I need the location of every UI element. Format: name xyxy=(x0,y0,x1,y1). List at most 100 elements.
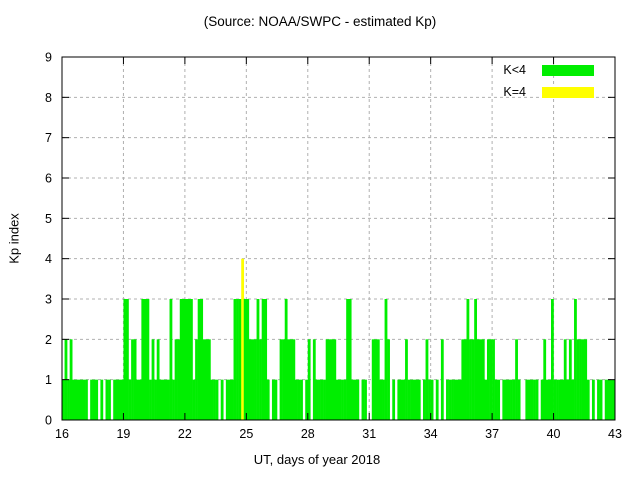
kp-bar-green xyxy=(563,339,567,420)
kp-bar-green xyxy=(492,339,495,420)
kp-bar-green xyxy=(248,339,252,420)
kp-bar-green xyxy=(256,299,260,420)
y-tick-label: 9 xyxy=(45,51,52,65)
kp-bar-green xyxy=(177,339,181,420)
kp-bar-green xyxy=(184,299,188,420)
kp-bar-green xyxy=(502,379,506,420)
kp-bar-green xyxy=(105,379,109,420)
kp-bar-green xyxy=(479,339,483,420)
kp-bar-green xyxy=(364,379,367,420)
kp-bar-green xyxy=(69,339,73,420)
kp-bar-green xyxy=(591,379,595,420)
kp-bar-green xyxy=(77,379,81,420)
kp-bar-green xyxy=(346,299,349,420)
kp-bar-green xyxy=(243,299,247,420)
kp-bar-green xyxy=(597,379,600,420)
kp-bar-green xyxy=(543,339,547,420)
kp-bar-green xyxy=(318,379,321,420)
kp-bar-green xyxy=(515,339,518,420)
kp-bar-green xyxy=(540,379,544,420)
kp-bar-green xyxy=(174,339,178,420)
kp-bar-green xyxy=(202,339,206,420)
kp-bar-green xyxy=(307,339,311,420)
kp-bar-green xyxy=(67,379,70,420)
x-tick-label: 22 xyxy=(178,427,192,441)
kp-bar-green xyxy=(551,299,554,420)
kp-bar-green xyxy=(576,339,580,420)
kp-bar-green xyxy=(330,339,334,420)
x-tick-label: 16 xyxy=(55,427,69,441)
kp-bar-green xyxy=(484,379,488,420)
kp-bar-green xyxy=(123,299,127,420)
legend-label-klt4: K<4 xyxy=(503,63,526,77)
kp-bar-green xyxy=(197,299,201,420)
kp-bar-green xyxy=(384,299,388,420)
kp-bar-green xyxy=(195,339,198,420)
kp-bar-green xyxy=(333,339,337,420)
kp-bar-green xyxy=(494,379,498,420)
kp-bar-green xyxy=(453,379,457,420)
kp-bar-green xyxy=(146,299,150,420)
kp-bar-green xyxy=(609,379,613,420)
kp-bar-green xyxy=(489,339,493,420)
kp-bar-green xyxy=(90,379,93,420)
y-tick-label: 3 xyxy=(45,293,52,307)
kp-bar-green xyxy=(361,379,365,420)
kp-bar-green xyxy=(435,379,439,420)
kp-bar-green xyxy=(568,339,572,420)
kp-bar-green xyxy=(220,379,224,420)
kp-bar-green xyxy=(156,339,160,420)
kp-bar-green xyxy=(417,379,421,420)
kp-bar-green xyxy=(382,379,385,420)
kp-bar-green xyxy=(412,379,416,420)
kp-bar-green xyxy=(407,379,411,420)
kp-bar-green xyxy=(545,379,549,420)
x-tick-label: 34 xyxy=(424,427,438,441)
kp-bar-green xyxy=(525,379,529,420)
kp-bar-green xyxy=(131,339,134,420)
kp-bar-green xyxy=(74,379,78,420)
kp-bar-green xyxy=(556,379,559,420)
kp-bar-green xyxy=(579,339,582,420)
kp-bar-green xyxy=(343,379,347,420)
kp-bar-green xyxy=(215,379,219,420)
kp-bar-green xyxy=(246,299,250,420)
kp-bar-green xyxy=(415,379,419,420)
kp-bar-green xyxy=(328,339,332,420)
kp-bar-green xyxy=(448,379,452,420)
kp-bar-green xyxy=(228,379,232,420)
kp-bar-green xyxy=(535,379,539,420)
kp-bar-green xyxy=(154,379,157,420)
legend: K<4 K=4 xyxy=(503,59,594,103)
kp-bar-green xyxy=(405,339,408,420)
kp-bar-green xyxy=(325,339,329,420)
kp-bar-green xyxy=(108,379,111,420)
kp-bar-green xyxy=(266,379,270,420)
kp-bar-green xyxy=(95,379,99,420)
kp-bar-green xyxy=(166,379,170,420)
kp-bar-green xyxy=(72,379,76,420)
kp-bar-green xyxy=(143,299,147,420)
kp-bar-green xyxy=(471,339,475,420)
kp-bar-green xyxy=(82,379,86,420)
y-tick-label: 8 xyxy=(45,91,52,105)
kp-bar-green xyxy=(85,379,88,420)
kp-bar-green xyxy=(289,339,293,420)
kp-bar-green xyxy=(527,379,531,420)
x-tick-label: 19 xyxy=(116,427,130,441)
kp-bar-green xyxy=(230,379,234,420)
kp-bar-green xyxy=(282,339,285,420)
x-tick-label: 25 xyxy=(239,427,253,441)
kp-bar-green xyxy=(458,379,462,420)
kp-bar-green xyxy=(410,379,413,420)
kp-bar-green xyxy=(225,379,229,420)
kp-bar-green xyxy=(292,339,296,420)
kp-bar-green xyxy=(323,379,326,420)
kp-bar-green xyxy=(251,339,255,420)
kp-bar-green xyxy=(254,339,257,420)
kp-bar-green xyxy=(425,339,429,420)
kp-bar-green xyxy=(335,379,339,420)
legend-label-keq4: K=4 xyxy=(503,85,526,99)
kp-bar-green xyxy=(348,299,352,420)
kp-bar-green xyxy=(497,379,501,420)
